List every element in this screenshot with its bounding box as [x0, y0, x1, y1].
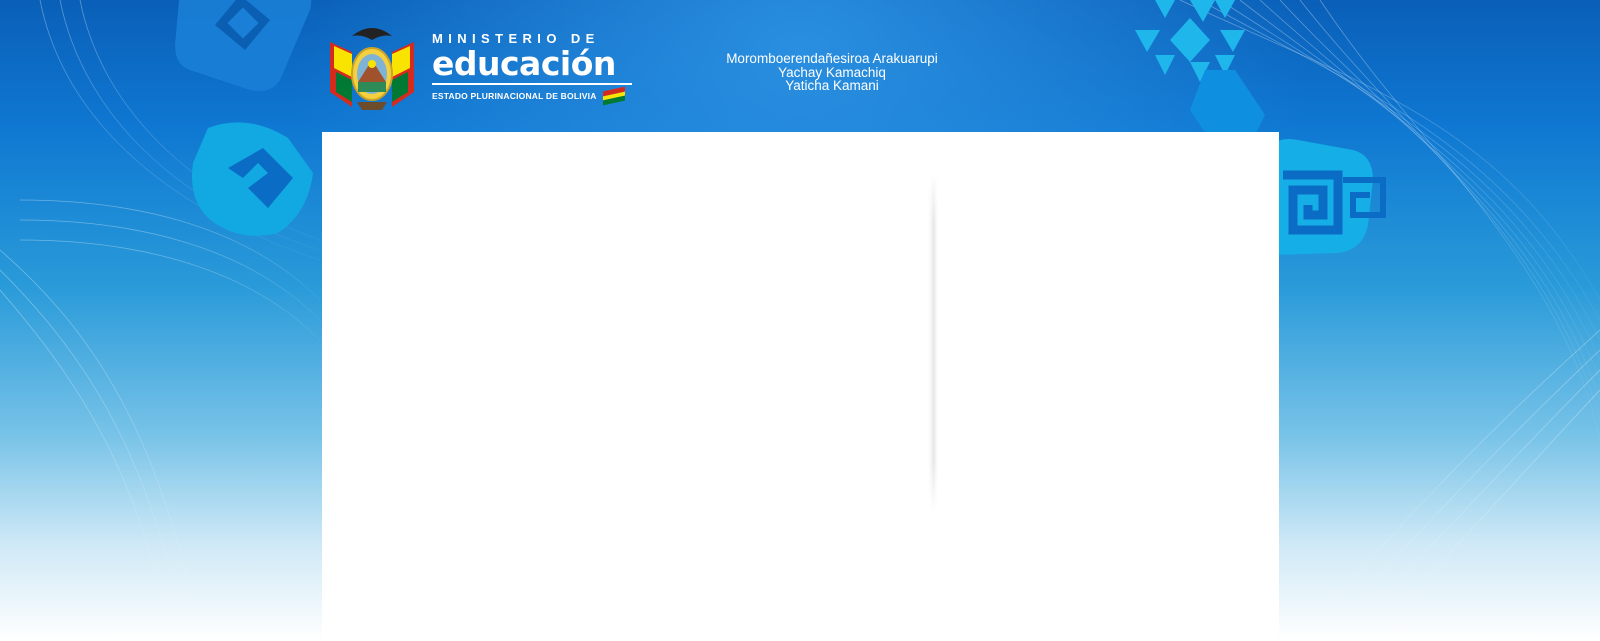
content-panel: [322, 132, 1279, 641]
wordmark-subtitle: ESTADO PLURINACIONAL DE BOLIVIA: [432, 90, 597, 101]
bolivia-coat-of-arms-icon: [330, 28, 414, 110]
decor-diamond-tile-icon: [175, 0, 312, 92]
bolivia-flag-icon: [602, 86, 625, 105]
tagline-line-quechua: Yachay Kamachiq: [778, 64, 886, 80]
decor-spiral-icon: [192, 122, 313, 236]
education-wordmark: MINISTERIO DE educación ESTADO PLURINACI…: [432, 31, 632, 105]
wordmark-subtitle-row: ESTADO PLURINACIONAL DE BOLIVIA: [432, 86, 632, 105]
sidebar-area: [938, 132, 1279, 512]
decor-chakana-icon: [1135, 0, 1245, 82]
wordmark-rule: [432, 82, 632, 85]
wordmark-text: educación: [432, 43, 616, 83]
tagline-line-aymara: Yaticha Kamani: [785, 78, 879, 94]
column-divider: [928, 172, 938, 512]
header-tagline: Moromboerendañesiroa Arakuarupi Yachay K…: [702, 52, 962, 93]
main-content-area: [322, 132, 930, 512]
tagline-line-guarani: Moromboerendañesiroa Arakuarupi: [726, 51, 938, 66]
ministry-logo[interactable]: MINISTERIO DE educación ESTADO PLURINACI…: [322, 22, 640, 112]
